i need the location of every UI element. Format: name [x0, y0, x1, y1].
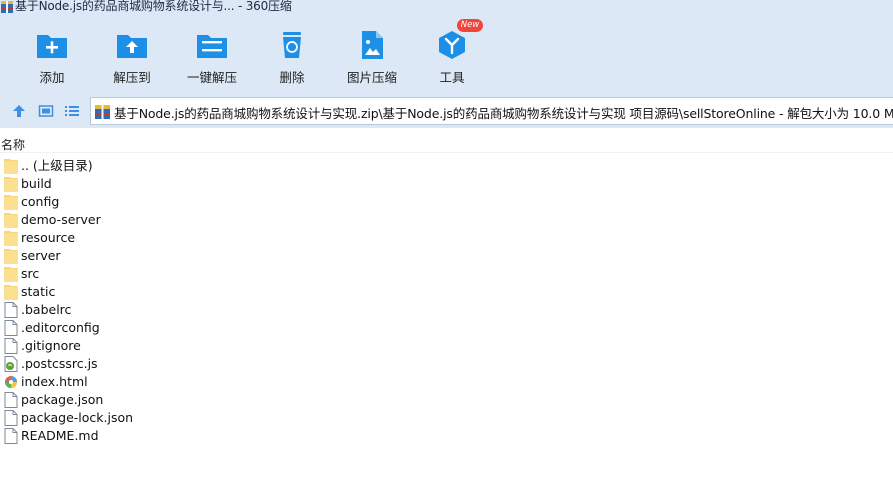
folder-icon — [4, 176, 18, 192]
list-view-icon[interactable] — [64, 103, 80, 119]
add-button[interactable]: 添加 — [14, 14, 90, 94]
new-badge: New — [457, 19, 483, 32]
folder-icon — [4, 230, 18, 246]
list-item[interactable]: config — [0, 193, 893, 211]
file-name: demo-server — [21, 212, 101, 227]
image-compress-button[interactable]: 图片压缩 — [334, 14, 410, 94]
address-bar: 基于Node.js的药品商城购物系统设计与实现.zip\基于Node.js的药品… — [0, 94, 893, 128]
file-icon — [4, 302, 18, 318]
file-icon — [4, 392, 18, 408]
list-item[interactable]: .postcssrc.js — [0, 355, 893, 373]
list-header: 名称 — [0, 128, 893, 153]
file-icon — [4, 338, 18, 354]
delete-icon — [283, 32, 301, 58]
image-compress-icon — [362, 31, 383, 59]
list-item[interactable]: README.md — [0, 427, 893, 445]
list-item[interactable]: .babelrc — [0, 301, 893, 319]
folder-icon — [4, 266, 18, 282]
tools-label: 工具 — [439, 70, 465, 85]
folder-icon — [4, 284, 18, 300]
file-icon — [4, 410, 18, 426]
file-name: build — [21, 176, 52, 191]
column-header-name[interactable]: 名称 — [1, 136, 25, 153]
file-name: package-lock.json — [21, 410, 134, 425]
js-file-icon — [4, 356, 18, 372]
folder-icon — [4, 194, 18, 210]
address-field[interactable]: 基于Node.js的药品商城购物系统设计与实现.zip\基于Node.js的药品… — [90, 97, 893, 125]
extract-to-icon — [117, 35, 147, 58]
delete-label: 删除 — [279, 70, 305, 85]
address-path: 基于Node.js的药品商城购物系统设计与实现.zip\基于Node.js的药品… — [114, 106, 893, 121]
file-name: .postcssrc.js — [21, 356, 98, 371]
add-label: 添加 — [39, 70, 65, 85]
file-name: resource — [21, 230, 76, 245]
list-item[interactable]: resource — [0, 229, 893, 247]
file-name: src — [21, 266, 40, 281]
tools-icon — [439, 31, 465, 59]
thumbnail-view-icon[interactable] — [38, 103, 54, 119]
file-icon — [4, 320, 18, 336]
list-item[interactable]: index.html — [0, 373, 893, 391]
file-name: .babelrc — [21, 302, 72, 317]
one-click-extract-button[interactable]: 一键解压 — [174, 14, 250, 94]
list-item[interactable]: package-lock.json — [0, 409, 893, 427]
one-click-extract-icon — [197, 35, 227, 58]
file-name: config — [21, 194, 60, 209]
image-compress-label: 图片压缩 — [346, 70, 397, 85]
one-click-extract-label: 一键解压 — [186, 70, 237, 85]
extract-to-button[interactable]: 解压到 — [94, 14, 170, 94]
file-name: .editorconfig — [21, 320, 100, 335]
list-item[interactable]: .. (上级目录) — [0, 157, 893, 175]
file-name: .gitignore — [21, 338, 81, 353]
file-name: index.html — [21, 374, 88, 389]
file-name: static — [21, 284, 56, 299]
list-item[interactable]: package.json — [0, 391, 893, 409]
file-name: server — [21, 248, 61, 263]
list-item[interactable]: demo-server — [0, 211, 893, 229]
add-icon — [37, 35, 67, 58]
html-file-icon — [4, 374, 18, 390]
title-bar: 基于Node.js的药品商城购物系统设计与... - 360压缩 — [0, 0, 893, 14]
folder-icon — [4, 212, 18, 228]
folder-icon — [4, 158, 18, 174]
folder-icon — [4, 248, 18, 264]
list-item[interactable]: src — [0, 265, 893, 283]
app-logo-icon — [1, 1, 13, 13]
list-item[interactable]: server — [0, 247, 893, 265]
list-item[interactable]: build — [0, 175, 893, 193]
file-icon — [4, 428, 18, 444]
up-arrow-icon[interactable] — [11, 103, 27, 119]
window-title: 基于Node.js的药品商城购物系统设计与... - 360压缩 — [15, 0, 292, 13]
tools-button[interactable]: New 工具 — [414, 14, 490, 94]
toolbar: 添加 解压到 一键解压 删除 图片压缩 New 工具 — [0, 14, 893, 94]
file-name: .. (上级目录) — [21, 158, 93, 173]
file-list: .. (上级目录) build config demo-server resource s… — [0, 157, 893, 445]
list-item[interactable]: static — [0, 283, 893, 301]
file-name: README.md — [21, 428, 99, 443]
delete-button[interactable]: 删除 — [254, 14, 330, 94]
extract-to-label: 解压到 — [113, 70, 151, 85]
list-item[interactable]: .editorconfig — [0, 319, 893, 337]
list-item[interactable]: .gitignore — [0, 337, 893, 355]
file-name: package.json — [21, 392, 104, 407]
zip-archive-icon — [95, 105, 110, 119]
